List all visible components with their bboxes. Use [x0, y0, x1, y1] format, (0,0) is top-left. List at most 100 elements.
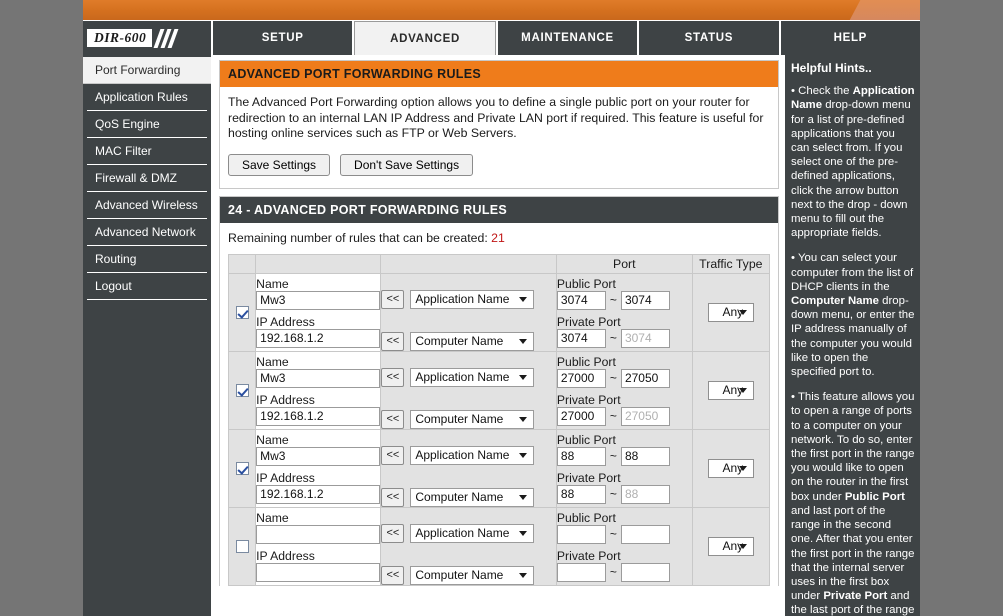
computer-name-value: Computer Name [415, 333, 504, 348]
chevron-down-icon [738, 310, 747, 315]
nav-tab-maintenance[interactable]: MAINTENANCE [497, 21, 638, 55]
traffic-type-select[interactable]: Any [707, 302, 754, 322]
rule-name-input[interactable] [256, 290, 381, 310]
rule-name-input[interactable] [256, 368, 381, 388]
sidebar-item-mac-filter[interactable]: MAC Filter [87, 138, 207, 165]
application-name-select[interactable]: Application Name [410, 289, 535, 309]
rule-enable-checkbox[interactable] [235, 384, 249, 398]
chevron-down-icon [519, 297, 528, 302]
private-port-end-input[interactable] [620, 328, 670, 348]
chevron-down-icon [519, 531, 528, 536]
apply-computer-button[interactable]: << [381, 409, 405, 429]
rule-enable-cell [227, 506, 257, 586]
public-port-end-input[interactable] [620, 524, 670, 544]
computer-name-row: << Computer Name [381, 331, 555, 351]
public-port-end-input[interactable] [620, 446, 670, 466]
computer-name-select[interactable]: Computer Name [410, 331, 535, 351]
rules-panel-title: 24 - ADVANCED PORT FORWARDING RULES [220, 196, 778, 223]
private-port-row: ~ [556, 562, 692, 582]
computer-name-select[interactable]: Computer Name [410, 565, 535, 585]
apply-computer-button[interactable]: << [381, 331, 405, 351]
port-range-separator: ~ [609, 331, 617, 345]
traffic-type-select[interactable]: Any [707, 536, 754, 556]
private-port-end-input[interactable] [620, 406, 670, 426]
sidebar-menu: Port Forwarding Application Rules QoS Engi… [83, 55, 211, 616]
nav-tab-help[interactable]: HELP [780, 21, 920, 55]
sidebar-item-port-forwarding[interactable]: Port Forwarding [83, 57, 211, 84]
application-name-row: << Application Name [381, 445, 555, 465]
page-body: Port Forwarding Application Rules QoS Engi… [83, 55, 920, 616]
sidebar-item-advanced-wireless[interactable]: Advanced Wireless [87, 192, 207, 219]
nav-tab-setup[interactable]: SETUP [213, 21, 353, 55]
public-port-start-input[interactable] [556, 446, 606, 466]
port-range-separator: ~ [609, 527, 617, 541]
application-name-row: << Application Name [381, 289, 555, 309]
public-port-end-input[interactable] [620, 368, 670, 388]
sidebar-item-qos-engine[interactable]: QoS Engine [87, 111, 207, 138]
rule-application-cell: << Application Name << Computer Name [380, 506, 557, 586]
public-port-start-input[interactable] [556, 368, 606, 388]
table-header-row: Port Traffic Type [227, 253, 771, 274]
application-name-value: Application Name [415, 369, 510, 384]
private-port-start-input[interactable] [556, 406, 606, 426]
public-port-start-input[interactable] [556, 290, 606, 310]
traffic-type-select[interactable]: Any [707, 458, 754, 478]
apply-computer-button[interactable]: << [381, 487, 405, 507]
public-port-start-input[interactable] [556, 524, 606, 544]
header-checkbox [227, 253, 257, 274]
private-port-start-input[interactable] [556, 562, 606, 582]
private-port-end-input[interactable] [620, 562, 670, 582]
intro-description: The Advanced Port Forwarding option allo… [228, 95, 764, 140]
rule-name-cell: Name IP Address [255, 272, 382, 352]
public-port-row: ~ [556, 524, 692, 544]
sidebar-item-advanced-network[interactable]: Advanced Network [87, 219, 207, 246]
remaining-rules-text: Remaining number of rules that can be cr… [228, 231, 770, 245]
chevron-down-icon [519, 495, 528, 500]
rule-ip-input[interactable] [256, 562, 381, 582]
apply-application-button[interactable]: << [381, 289, 405, 309]
rule-name-input[interactable] [256, 446, 381, 466]
dont-save-settings-button[interactable]: Don't Save Settings [340, 153, 474, 176]
sidebar-item-firewall-dmz[interactable]: Firewall & DMZ [87, 165, 207, 192]
apply-computer-button[interactable]: << [381, 565, 405, 585]
ip-address-label: IP Address [256, 470, 315, 485]
application-name-value: Application Name [415, 447, 510, 462]
save-settings-button[interactable]: Save Settings [228, 153, 331, 176]
rule-name-input[interactable] [256, 524, 381, 544]
application-name-select[interactable]: Application Name [410, 523, 535, 543]
apply-application-button[interactable]: << [381, 367, 405, 387]
private-port-start-input[interactable] [556, 484, 606, 504]
apply-application-button[interactable]: << [381, 445, 405, 465]
computer-name-select[interactable]: Computer Name [410, 409, 535, 429]
sidebar-item-list: Port Forwarding Application Rules QoS Engi… [83, 57, 211, 300]
application-name-select[interactable]: Application Name [410, 367, 535, 387]
public-port-row: ~ [556, 290, 692, 310]
computer-name-select[interactable]: Computer Name [410, 487, 535, 507]
apply-application-button[interactable]: << [381, 523, 405, 543]
port-range-separator: ~ [609, 565, 617, 579]
intro-panel-title: ADVANCED PORT FORWARDING RULES [220, 61, 778, 87]
public-port-end-input[interactable] [620, 290, 670, 310]
rule-ip-input[interactable] [256, 406, 381, 426]
rule-enable-checkbox[interactable] [235, 540, 249, 554]
rule-enable-checkbox[interactable] [235, 306, 249, 320]
table-row: Name IP Address << Application Name << Comput… [227, 506, 771, 586]
traffic-type-select[interactable]: Any [707, 380, 754, 400]
sidebar-item-logout[interactable]: Logout [87, 273, 207, 300]
rule-ip-input[interactable] [256, 328, 381, 348]
private-port-row: ~ [556, 406, 692, 426]
rule-enable-checkbox[interactable] [235, 462, 249, 476]
private-port-end-input[interactable] [620, 484, 670, 504]
rule-ip-input[interactable] [256, 484, 381, 504]
application-name-select[interactable]: Application Name [410, 445, 535, 465]
chevron-down-icon [519, 417, 528, 422]
rules-panel: 24 - ADVANCED PORT FORWARDING RULES Rema… [219, 195, 779, 586]
port-forwarding-rules-table: Port Traffic Type Name IP Address << Applic… [227, 253, 771, 586]
sidebar-item-application-rules[interactable]: Application Rules [87, 84, 207, 111]
sidebar-item-routing[interactable]: Routing [87, 246, 207, 273]
nav-tab-advanced[interactable]: ADVANCED [354, 21, 496, 55]
public-port-label: Public Port [556, 432, 616, 447]
private-port-start-input[interactable] [556, 328, 606, 348]
nav-tab-status[interactable]: STATUS [639, 21, 779, 55]
public-port-label: Public Port [556, 354, 616, 369]
